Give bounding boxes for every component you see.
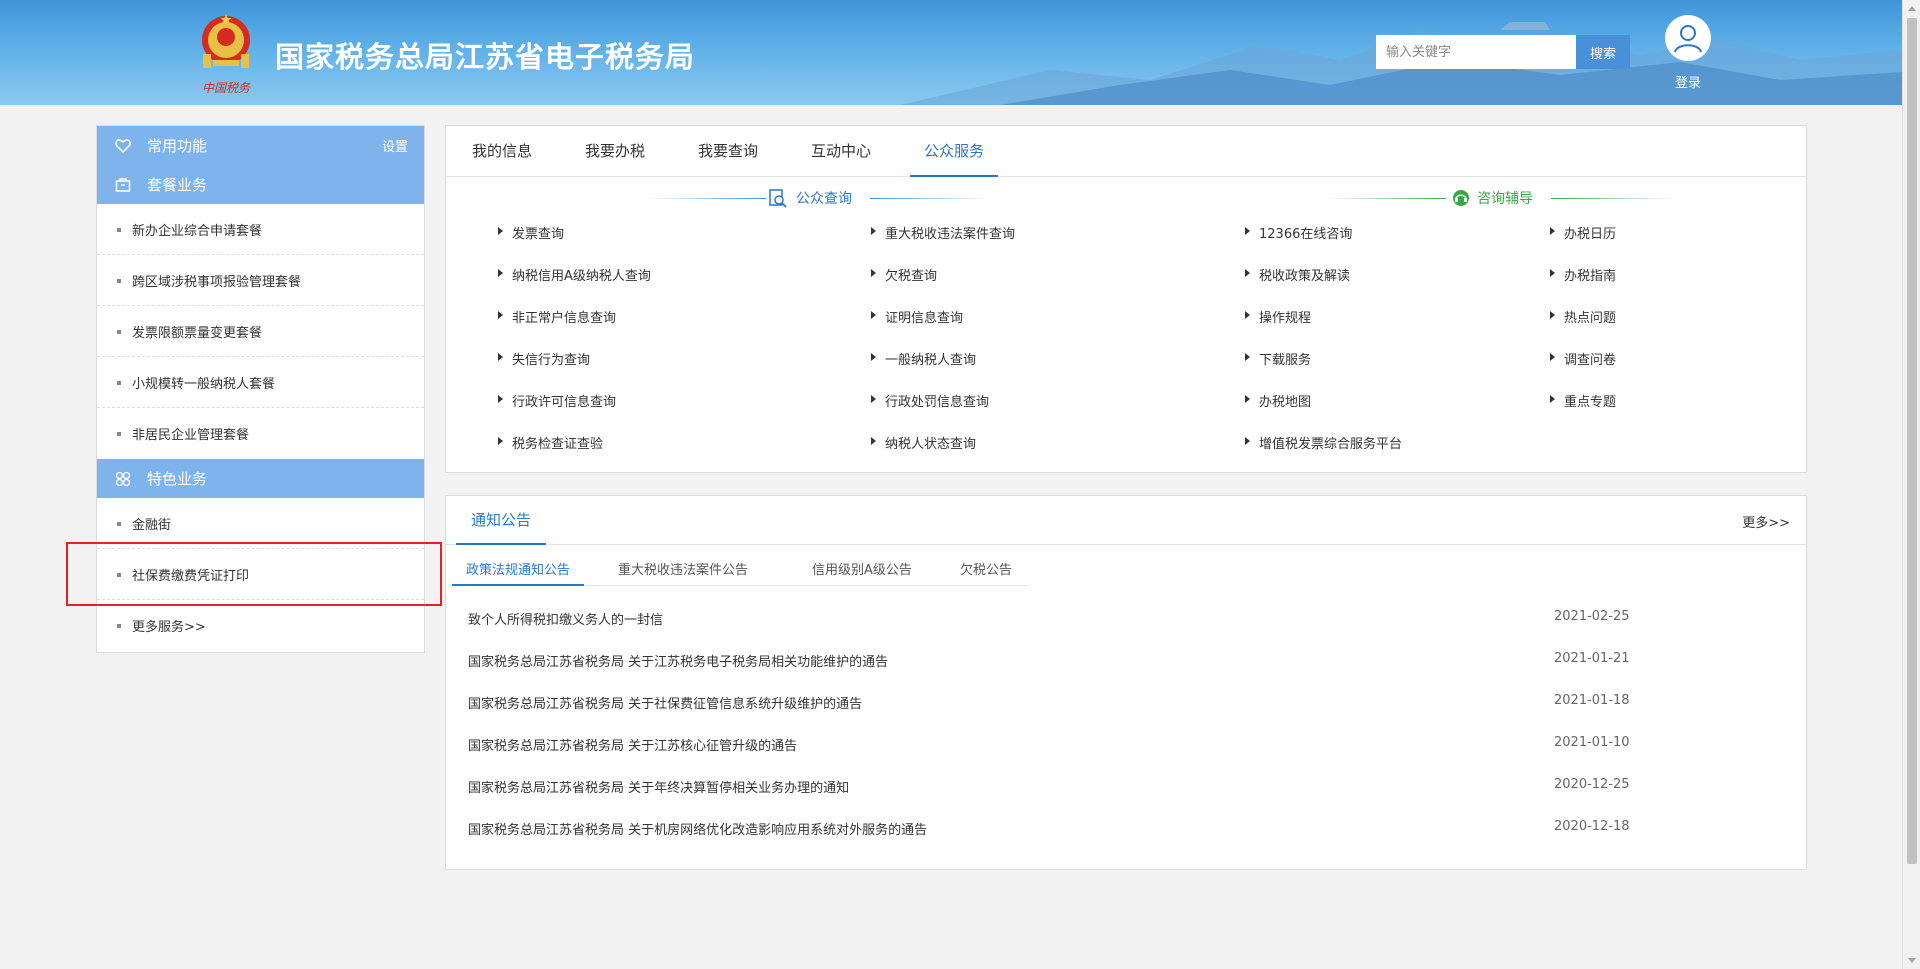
- heart-icon: [115, 139, 131, 154]
- link-12366-online[interactable]: 12366在线咨询: [1243, 223, 1352, 242]
- link-general-taxpayer-query[interactable]: 一般纳税人查询: [869, 349, 976, 368]
- consult-title: 咨询辅导: [1477, 191, 1533, 207]
- services-panel: 我的信息 我要办税 我要查询 互动中心 公众服务 公众查询 咨询辅导 发票查询 …: [445, 125, 1807, 473]
- tab-my-info[interactable]: 我的信息: [458, 126, 546, 177]
- login-label: 登录: [1674, 76, 1701, 91]
- notice-item-date: 2021-01-21: [1554, 651, 1630, 666]
- link-tax-calendar[interactable]: 办税日历: [1548, 223, 1616, 242]
- notice-item-date: 2020-12-18: [1554, 819, 1630, 834]
- search-document-icon: [769, 189, 787, 208]
- package-business-title: 套餐业务: [147, 176, 208, 194]
- subtab-major-violation-notices[interactable]: 重大税收违法案件公告: [604, 560, 762, 586]
- common-functions-header: 常用功能 设置: [97, 126, 424, 165]
- link-dishonesty-query[interactable]: 失信行为查询: [496, 349, 590, 368]
- notice-item-date: 2021-01-10: [1554, 735, 1630, 750]
- notice-item-title[interactable]: 国家税务总局江苏省税务局 关于机房网络优化改造影响应用系统对外服务的通告: [468, 819, 927, 838]
- briefcase-icon: [115, 178, 131, 192]
- public-query-line-left: [646, 198, 766, 199]
- link-abnormal-account-query[interactable]: 非正常户信息查询: [496, 307, 616, 326]
- subtab-credit-a-notices[interactable]: 信用级别A级公告: [798, 560, 926, 586]
- link-admin-license-query[interactable]: 行政许可信息查询: [496, 391, 616, 410]
- site-title: 国家税务总局江苏省电子税务局: [275, 40, 696, 74]
- notice-panel: 通知公告 更多>> 政策法规通知公告 重大税收违法案件公告 信用级别A级公告 欠…: [445, 495, 1807, 870]
- consult-line-left: [1326, 198, 1446, 199]
- notice-item-date: 2021-02-25: [1554, 609, 1630, 624]
- search-input[interactable]: [1376, 35, 1576, 69]
- tab-query[interactable]: 我要查询: [684, 126, 772, 177]
- link-inspection-cert-check[interactable]: 税务检查证查验: [496, 433, 603, 452]
- link-certificate-query[interactable]: 证明信息查询: [869, 307, 963, 326]
- sidebar-item-new-enterprise-package[interactable]: 新办企业综合申请套餐: [97, 204, 424, 255]
- link-invoice-query[interactable]: 发票查询: [496, 223, 564, 242]
- grid-circles-icon: [115, 471, 131, 487]
- sidebar-item-invoice-limit-package[interactable]: 发票限额票量变更套餐: [97, 306, 424, 357]
- search-button[interactable]: 搜索: [1576, 35, 1630, 69]
- link-operating-procedures[interactable]: 操作规程: [1243, 307, 1311, 326]
- sidebar-item-more-services[interactable]: 更多服务>>: [97, 600, 424, 651]
- public-query-header: 公众查询: [768, 188, 852, 208]
- sidebar-item-non-resident-package[interactable]: 非居民企业管理套餐: [97, 408, 424, 459]
- notice-item-title[interactable]: 国家税务总局江苏省税务局 关于江苏税务电子税务局相关功能维护的通告: [468, 651, 888, 670]
- headset-icon: [1453, 190, 1469, 206]
- sidebar-item-small-scale-package[interactable]: 小规模转一般纳税人套餐: [97, 357, 424, 408]
- notice-item-title[interactable]: 国家税务总局江苏省税务局 关于年终决算暂停相关业务办理的通知: [468, 777, 849, 796]
- sidebar-item-financial-street[interactable]: 金融街: [97, 498, 424, 549]
- link-download-service[interactable]: 下载服务: [1243, 349, 1311, 368]
- public-query-line-right: [870, 198, 990, 199]
- public-query-title: 公众查询: [796, 191, 852, 207]
- scroll-down-arrow-icon[interactable]: [1908, 958, 1916, 963]
- feature-business-title: 特色业务: [147, 470, 208, 488]
- link-vat-invoice-platform[interactable]: 增值税发票综合服务平台: [1243, 433, 1402, 452]
- scroll-thumb[interactable]: [1907, 18, 1917, 864]
- tab-interaction-center[interactable]: 互动中心: [797, 126, 885, 177]
- package-business-header[interactable]: 套餐业务: [97, 165, 424, 204]
- tab-public-service[interactable]: 公众服务: [910, 126, 999, 177]
- consult-header: 咨询辅导: [1451, 188, 1533, 208]
- subtab-policy-notices[interactable]: 政策法规通知公告: [452, 560, 585, 586]
- sidebar-item-cross-region-package[interactable]: 跨区域涉税事项报验管理套餐: [97, 255, 424, 306]
- notice-more-link[interactable]: 更多>>: [1742, 512, 1790, 531]
- link-hot-questions[interactable]: 热点问题: [1548, 307, 1616, 326]
- user-avatar-icon: [1665, 15, 1711, 61]
- feature-business-header[interactable]: 特色业务: [97, 459, 424, 498]
- main-tabs: 我的信息 我要办税 我要查询 互动中心 公众服务: [446, 126, 1806, 177]
- site-header: 中国税务 国家税务总局江苏省电子税务局 搜索 登录: [0, 0, 1902, 105]
- link-admin-penalty-query[interactable]: 行政处罚信息查询: [869, 391, 989, 410]
- tax-emblem-logo: 中国税务: [193, 10, 259, 98]
- notice-item-title[interactable]: 致个人所得税扣缴义务人的一封信: [468, 609, 663, 628]
- notice-title-tab[interactable]: 通知公告: [456, 496, 547, 545]
- tab-tax-handling[interactable]: 我要办税: [571, 126, 659, 177]
- notice-item-title[interactable]: 国家税务总局江苏省税务局 关于江苏核心征管升级的通告: [468, 735, 797, 754]
- link-key-topics[interactable]: 重点专题: [1548, 391, 1616, 410]
- link-tax-arrears-query[interactable]: 欠税查询: [869, 265, 937, 284]
- link-taxpayer-status-query[interactable]: 纳税人状态查询: [869, 433, 976, 452]
- notice-item-title[interactable]: 国家税务总局江苏省税务局 关于社保费征管信息系统升级维护的通告: [468, 693, 862, 712]
- link-survey[interactable]: 调查问卷: [1548, 349, 1616, 368]
- notice-item-date: 2020-12-25: [1554, 777, 1630, 792]
- sidebar: 常用功能 设置 套餐业务 新办企业综合申请套餐 跨区域涉税事项报验管理套餐 发票…: [96, 125, 425, 653]
- link-tax-guide[interactable]: 办税指南: [1548, 265, 1616, 284]
- logo-caption: 中国税务: [202, 81, 251, 95]
- consult-line-right: [1551, 198, 1676, 199]
- sidebar-item-social-insurance-print[interactable]: 社保费缴费凭证打印: [97, 549, 424, 600]
- link-credit-a-query[interactable]: 纳税信用A级纳税人查询: [496, 265, 651, 284]
- settings-link[interactable]: 设置: [382, 136, 408, 155]
- link-tax-policy[interactable]: 税收政策及解读: [1243, 265, 1350, 284]
- subtab-tax-arrears-notices[interactable]: 欠税公告: [946, 560, 1026, 586]
- link-tax-map[interactable]: 办税地图: [1243, 391, 1311, 410]
- notice-item-date: 2021-01-18: [1554, 693, 1630, 708]
- page-scrollbar[interactable]: [1902, 0, 1920, 969]
- common-functions-title: 常用功能: [147, 137, 208, 155]
- notice-header: 通知公告 更多>>: [446, 496, 1806, 545]
- link-major-violation-query[interactable]: 重大税收违法案件查询: [869, 223, 1015, 242]
- scroll-up-arrow-icon[interactable]: [1908, 6, 1916, 11]
- login-button[interactable]: 登录: [1660, 14, 1716, 91]
